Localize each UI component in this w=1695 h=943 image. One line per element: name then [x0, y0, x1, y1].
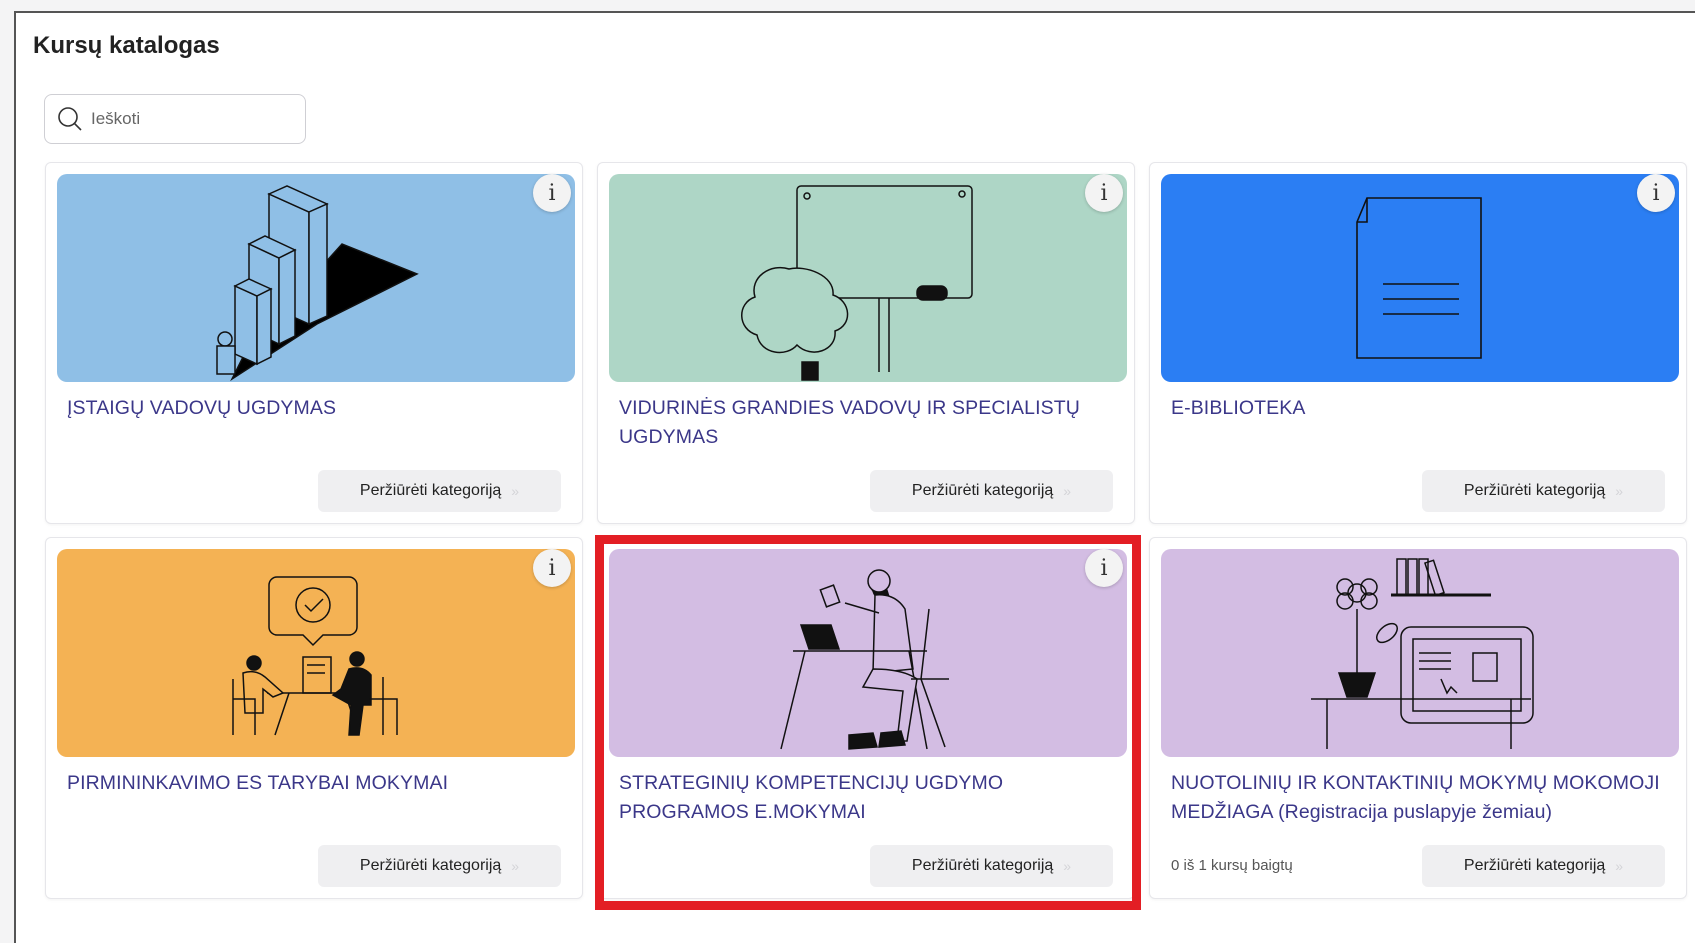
category-card-pirmininkavimo[interactable]: i PIRMININKAVIMO ES TARYBAI MOKYMAI Perž… — [45, 537, 583, 899]
category-image — [57, 174, 575, 382]
category-title[interactable]: E-BIBLIOTEKA — [1171, 394, 1671, 423]
info-icon[interactable]: i — [1085, 174, 1123, 212]
view-category-label: Peržiūrėti kategoriją — [911, 482, 1054, 499]
view-category-label: Peržiūrėti kategoriją — [359, 857, 502, 874]
category-image — [609, 174, 1127, 382]
chevron-right-icon: » — [1615, 858, 1624, 874]
category-image — [57, 549, 575, 757]
view-category-button[interactable]: Peržiūrėti kategoriją » — [870, 470, 1113, 512]
view-category-button[interactable]: Peržiūrėti kategoriją » — [318, 845, 561, 887]
page-title: Kursų katalogas — [33, 32, 220, 59]
view-category-button[interactable]: Peržiūrėti kategoriją » — [1422, 845, 1665, 887]
chevron-right-icon: » — [1063, 483, 1072, 499]
category-title[interactable]: STRATEGINIŲ KOMPETENCIJŲ UGDYMO PROGRAMO… — [619, 769, 1119, 827]
info-icon[interactable]: i — [533, 174, 571, 212]
view-category-label: Peržiūrėti kategoriją — [1463, 857, 1606, 874]
category-image — [1161, 174, 1679, 382]
category-image — [1161, 549, 1679, 757]
category-title[interactable]: NUOTOLINIŲ IR KONTAKTINIŲ MOKYMŲ MOKOMOJ… — [1171, 769, 1671, 827]
search-icon — [58, 107, 82, 131]
course-progress-text: 0 iš 1 kursų baigtų — [1171, 857, 1293, 874]
category-card-nuotoliniu-kontaktiniu[interactable]: NUOTOLINIŲ IR KONTAKTINIŲ MOKYMŲ MOKOMOJ… — [1149, 537, 1687, 899]
info-icon[interactable]: i — [1085, 549, 1123, 587]
chevron-right-icon: » — [511, 483, 520, 499]
info-icon[interactable]: i — [1637, 174, 1675, 212]
chevron-right-icon: » — [511, 858, 520, 874]
view-category-label: Peržiūrėti kategoriją — [911, 857, 1054, 874]
category-card-e-biblioteka[interactable]: i E-BIBLIOTEKA Peržiūrėti kategoriją » — [1149, 162, 1687, 524]
view-category-button[interactable]: Peržiūrėti kategoriją » — [318, 470, 561, 512]
search-input[interactable] — [89, 108, 293, 130]
chevron-right-icon: » — [1615, 483, 1624, 499]
view-category-label: Peržiūrėti kategoriją — [1463, 482, 1606, 499]
category-title[interactable]: VIDURINĖS GRANDIES VADOVŲ IR SPECIALISTŲ… — [619, 394, 1119, 452]
view-category-label: Peržiūrėti kategoriją — [359, 482, 502, 499]
chevron-right-icon: » — [1063, 858, 1072, 874]
category-card-viduriniosios-grandies[interactable]: i VIDURINĖS GRANDIES VADOVŲ IR SPECIALIS… — [597, 162, 1135, 524]
view-category-button[interactable]: Peržiūrėti kategoriją » — [870, 845, 1113, 887]
category-card-istaigu-vadovu[interactable]: i ĮSTAIGŲ VADOVŲ UGDYMAS Peržiūrėti kate… — [45, 162, 583, 524]
category-image — [609, 549, 1127, 757]
category-title[interactable]: PIRMININKAVIMO ES TARYBAI MOKYMAI — [67, 769, 567, 798]
view-category-button[interactable]: Peržiūrėti kategoriją » — [1422, 470, 1665, 512]
category-card-strateginiu-kompetenciju[interactable]: i STRATEGINIŲ KOMPETENCIJŲ UGDYMO PROGRA… — [597, 537, 1135, 899]
search-box[interactable] — [44, 94, 306, 144]
info-icon[interactable]: i — [533, 549, 571, 587]
category-title[interactable]: ĮSTAIGŲ VADOVŲ UGDYMAS — [67, 394, 567, 423]
